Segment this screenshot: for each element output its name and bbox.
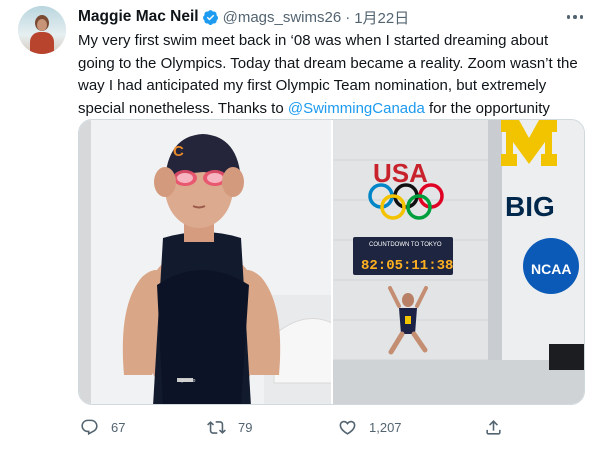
author-avatar[interactable] bbox=[18, 6, 66, 54]
young-swimmer-illustration: speedo C bbox=[79, 120, 331, 404]
photo-young-swimmer[interactable]: speedo C bbox=[79, 120, 331, 404]
share-icon bbox=[486, 419, 501, 435]
share-button[interactable] bbox=[484, 412, 503, 442]
author-name[interactable]: Maggie Mac Neil bbox=[78, 8, 199, 26]
cap-letter: C bbox=[173, 143, 184, 160]
verified-badge-icon bbox=[202, 9, 218, 25]
more-options-icon[interactable] bbox=[562, 8, 588, 26]
avatar-body bbox=[30, 32, 54, 54]
retweet-count: 79 bbox=[238, 419, 253, 435]
like-icon bbox=[339, 420, 356, 435]
ncaa-text: NCAA bbox=[531, 261, 571, 277]
retweet-button[interactable]: 79 bbox=[207, 412, 252, 442]
reply-button[interactable]: 67 bbox=[80, 412, 125, 442]
tweet-text: My very first swim meet back in ‘08 was … bbox=[78, 30, 588, 120]
clock-label: COUNTDOWN TO TOKYO bbox=[369, 242, 442, 248]
big-ten-text: BIG bbox=[505, 191, 555, 222]
more-dot bbox=[566, 15, 571, 19]
tweet-media[interactable]: speedo C USA COUNTDOWN TO TOKYO 82:05:11… bbox=[78, 119, 585, 405]
suit-logo: speedo bbox=[179, 378, 196, 384]
like-button[interactable]: 1,207 bbox=[338, 412, 402, 442]
like-count: 1,207 bbox=[369, 419, 402, 435]
clock-digits: 82:05:11:38 bbox=[361, 258, 453, 274]
photo-pool-wall[interactable]: USA COUNTDOWN TO TOKYO 82:05:11:38 BIG N… bbox=[333, 120, 584, 404]
more-dot bbox=[579, 15, 584, 19]
more-dot bbox=[573, 15, 577, 19]
tweet-header: Maggie Mac Neil @mags_swims26 · 1月22日 bbox=[78, 6, 409, 28]
tweet-date[interactable]: 1月22日 bbox=[354, 7, 409, 28]
reply-icon bbox=[81, 419, 98, 435]
mention-link[interactable]: @SwimmingCanada bbox=[288, 100, 425, 117]
avatar-face bbox=[37, 19, 47, 31]
tweet-actions: 67 79 1,207 bbox=[0, 412, 602, 442]
header-separator: · bbox=[345, 8, 351, 26]
tweet-text-part2: for the opportunity bbox=[424, 99, 550, 117]
retweet-icon bbox=[207, 420, 226, 434]
reply-count: 67 bbox=[111, 419, 126, 435]
pool-wall-illustration: USA COUNTDOWN TO TOKYO 82:05:11:38 BIG N… bbox=[333, 120, 584, 404]
author-handle[interactable]: @mags_swims26 bbox=[223, 9, 342, 26]
